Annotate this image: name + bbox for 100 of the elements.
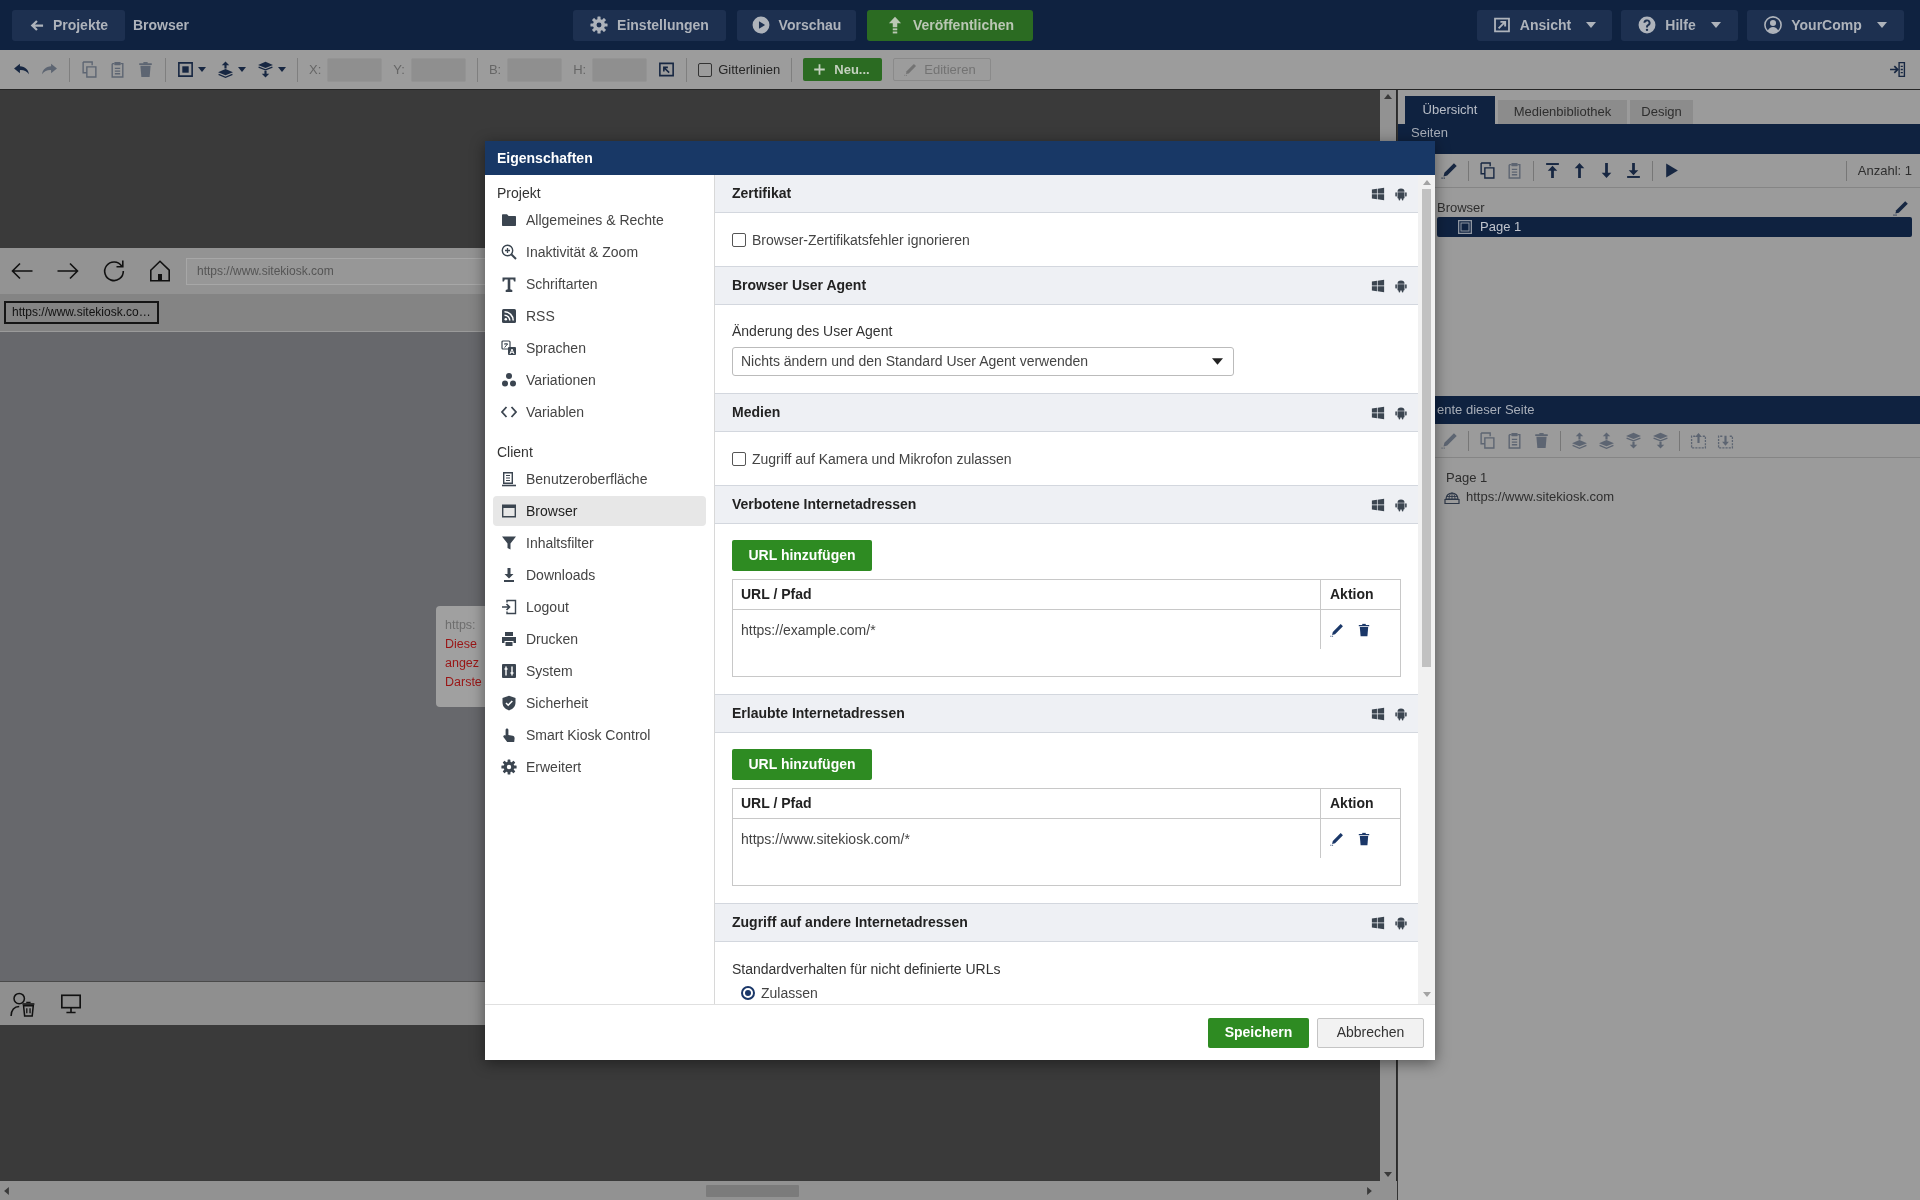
pencil-icon (904, 63, 918, 76)
cancel-button[interactable]: Abbrechen (1317, 1017, 1424, 1048)
gear-icon (501, 759, 517, 775)
account-menu-button[interactable]: YourComp (1747, 9, 1904, 41)
tree-item[interactable]: Page 1 (1446, 467, 1488, 488)
layers-down-icon[interactable] (257, 61, 274, 78)
sidebar-item[interactable]: Variablen (493, 397, 706, 427)
scrollbar[interactable] (1418, 175, 1435, 1004)
sidebar-item[interactable]: Inaktivität & Zoom (493, 237, 706, 267)
trash-icon[interactable] (1357, 621, 1371, 638)
windows-logo-icon (1371, 405, 1385, 420)
resize-icon[interactable] (658, 61, 676, 78)
radio-button[interactable] (741, 986, 755, 1000)
sidebar-item[interactable]: Sicherheit (493, 688, 706, 718)
sidebar-item[interactable]: Erweitert (493, 752, 706, 782)
caret-down-icon (1710, 22, 1721, 28)
error-text: Darste (445, 674, 483, 691)
trash-icon[interactable] (1357, 830, 1371, 847)
sidebar-item[interactable]: Logout (493, 592, 706, 622)
arrow-top-icon[interactable] (1544, 162, 1561, 179)
android-icon (1394, 405, 1408, 420)
sidebar-item[interactable]: System (493, 656, 706, 686)
sidebar-item[interactable]: Downloads (493, 560, 706, 590)
checkbox[interactable] (732, 451, 746, 466)
caret-up-icon[interactable] (1384, 94, 1392, 99)
android-icon (1394, 915, 1408, 930)
arrow-bottom-icon[interactable] (1625, 162, 1642, 179)
scrollbar-thumb[interactable] (1422, 189, 1431, 667)
user-trash-icon[interactable] (10, 990, 36, 1017)
pencil-icon[interactable] (1441, 162, 1458, 179)
panel-toggle-icon[interactable] (1889, 61, 1906, 78)
browser-tab[interactable]: https://www.sitekiosk.co… (4, 301, 159, 324)
sidebar-item[interactable]: Variationen (493, 365, 706, 395)
add-url-button[interactable]: URL hinzufügen (732, 749, 872, 780)
checkbox[interactable] (698, 62, 713, 77)
sidebar-item[interactable]: Allgemeines & Rechte (493, 205, 706, 235)
caret-down-icon[interactable] (198, 67, 206, 72)
funnel-icon (501, 535, 517, 551)
save-button[interactable]: Speichern (1208, 1017, 1309, 1048)
sign-in-icon (501, 599, 517, 615)
pencil-icon[interactable] (1330, 622, 1344, 637)
sidebar-item[interactable]: Benutzeroberfläche (493, 464, 706, 494)
preview-button[interactable]: Vorschau (737, 9, 856, 41)
back-button[interactable]: Projekte (12, 9, 125, 41)
pencil-icon[interactable] (1893, 199, 1909, 216)
caret-down-icon[interactable] (1384, 1172, 1392, 1177)
tab[interactable]: Medienbibliothek (1498, 100, 1627, 124)
sidebar-item[interactable]: Smart Kiosk Control (493, 720, 706, 750)
checkbox-label: Gitterlinien (718, 60, 781, 79)
android-icon (1394, 186, 1408, 201)
sidebar-item[interactable]: Browser (493, 496, 706, 526)
section-title: Browser User Agent (732, 276, 867, 295)
frame-icon[interactable] (177, 61, 194, 78)
windows-logo-icon (1371, 186, 1385, 201)
sidebar-item[interactable]: Sprachen (493, 333, 706, 363)
sliders-icon (501, 663, 517, 679)
new-button[interactable]: Neu... (803, 58, 883, 81)
help-menu-button[interactable]: Hilfe (1621, 9, 1738, 41)
play-icon[interactable] (1663, 162, 1680, 179)
radio-label: Zulassen (761, 984, 818, 1002)
tab[interactable]: Übersicht (1405, 96, 1495, 124)
caret-down-icon (1586, 22, 1597, 28)
table-cell: https://example.com/* (741, 620, 876, 639)
section-title: Medien (732, 403, 781, 422)
sidebar-item[interactable]: RSS (493, 301, 706, 331)
translate-icon (501, 340, 517, 356)
scrollbar[interactable] (0, 1181, 1397, 1200)
rss-icon (501, 308, 517, 324)
dropdown[interactable]: Nichts ändern und den Standard User Agent verwenden (732, 347, 1234, 376)
sidebar-item[interactable]: Inhaltsfilter (493, 528, 706, 558)
sidebar-item[interactable]: Drucken (493, 624, 706, 654)
tree-item[interactable]: Page 1 (1437, 217, 1912, 237)
checkbox[interactable] (732, 232, 746, 247)
sidebar-item[interactable]: Schriftarten (493, 269, 706, 299)
tree-item[interactable]: Browser (1437, 198, 1485, 217)
code-icon (501, 404, 517, 420)
shield-icon (501, 695, 517, 711)
android-icon (1394, 706, 1408, 721)
caret-down-icon[interactable] (278, 67, 286, 72)
publish-button[interactable]: Veröffentlichen (867, 9, 1033, 41)
monitor-icon[interactable] (60, 992, 82, 1015)
home-icon[interactable] (148, 259, 172, 283)
sidebar-heading: Client (496, 443, 534, 461)
tab[interactable]: Design (1630, 100, 1693, 124)
windows-logo-icon (1371, 706, 1385, 721)
copy-icon[interactable] (1479, 162, 1496, 179)
layers-up-icon[interactable] (217, 61, 234, 78)
column-header: URL / Pfad (741, 585, 812, 604)
pencil-icon[interactable] (1330, 831, 1344, 846)
settings-button[interactable]: Einstellungen (573, 9, 726, 41)
caret-right-icon[interactable] (1367, 1186, 1372, 1195)
windows-logo-icon (1371, 278, 1385, 293)
view-menu-button[interactable]: Ansicht (1477, 9, 1612, 41)
add-url-button[interactable]: URL hinzufügen (732, 540, 872, 571)
caret-down-icon[interactable] (238, 67, 246, 72)
caret-left-icon[interactable] (4, 1186, 9, 1195)
checkbox-label: Zugriff auf Kamera und Mikrofon zulassen (752, 449, 1012, 468)
reload-icon[interactable] (102, 259, 126, 283)
caret-down-icon (1876, 22, 1887, 28)
tree-item[interactable]: https://www.sitekiosk.com (1466, 486, 1615, 507)
